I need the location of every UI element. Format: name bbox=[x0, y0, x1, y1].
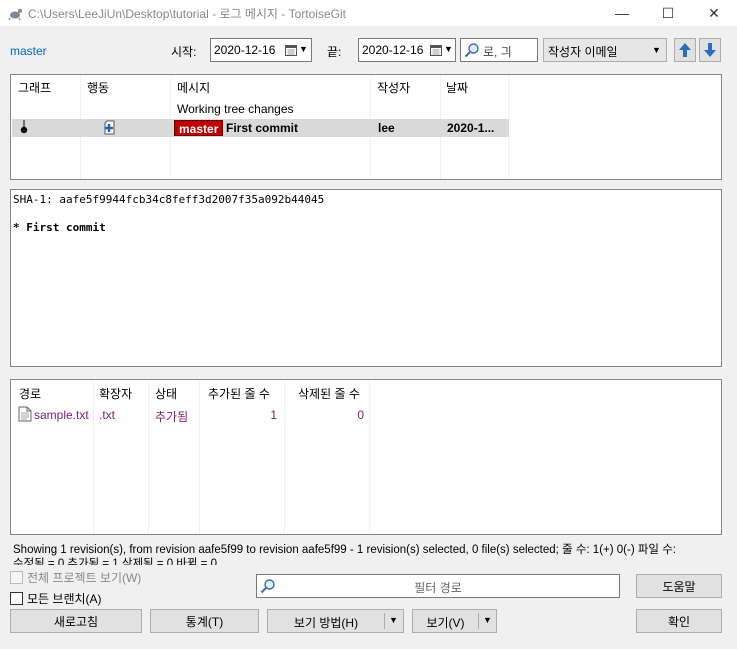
chevron-down-icon[interactable]: ▼ bbox=[483, 615, 492, 625]
filter-type-select[interactable]: 작성자 이메일 ▼ bbox=[543, 38, 667, 62]
checkbox-box bbox=[10, 571, 23, 584]
column-header-extension[interactable]: 확장자 bbox=[99, 385, 132, 402]
revision-list[interactable]: 그래프 행동 메시지 작성자 날짜 Working tree changes m… bbox=[10, 74, 722, 180]
column-header-message[interactable]: 메시지 bbox=[177, 79, 210, 96]
column-header-removed-lines[interactable]: 삭제된 줄 수 bbox=[298, 385, 360, 402]
column-header-path[interactable]: 경로 bbox=[19, 385, 41, 402]
path-filter-placeholder: 필터 경로 bbox=[414, 581, 462, 595]
arrow-down-icon bbox=[704, 43, 716, 57]
branch-link[interactable]: master bbox=[10, 44, 47, 58]
title-bar: C:\Users\LeeJiUn\Desktop\tutorial - 로그 메… bbox=[0, 0, 737, 26]
column-divider bbox=[199, 380, 200, 534]
column-divider bbox=[369, 380, 370, 534]
all-branches-label: 모든 브랜치(A) bbox=[27, 592, 102, 606]
split-divider bbox=[478, 613, 479, 629]
file-row[interactable]: sample.txt .txt 추가됨 1 0 bbox=[12, 405, 372, 424]
end-date-picker[interactable]: 2020-12-16 ▼ bbox=[358, 38, 456, 62]
branch-tag: master bbox=[174, 120, 224, 136]
statistics-button[interactable]: 통계(T) bbox=[150, 609, 259, 633]
text-file-icon bbox=[18, 406, 32, 422]
column-header-action[interactable]: 행동 bbox=[87, 79, 109, 96]
commit-row[interactable]: master First commit lee 2020-1... bbox=[12, 119, 509, 137]
message-line: * First commit bbox=[13, 221, 106, 234]
all-branches-checkbox[interactable]: 모든 브랜치(A) bbox=[10, 590, 102, 607]
commit-author: lee bbox=[378, 121, 395, 135]
column-header-graph[interactable]: 그래프 bbox=[18, 79, 51, 96]
chevron-down-icon: ▼ bbox=[444, 44, 453, 54]
sha-line: SHA-1: aafe5f9944fcb34c8feff3d2007f35a09… bbox=[13, 193, 325, 206]
search-input[interactable]: 로, 긔 bbox=[460, 38, 538, 62]
previous-button[interactable] bbox=[674, 38, 696, 62]
end-date-value: 2020-12-16 bbox=[362, 43, 424, 57]
filter-type-value: 작성자 이메일 bbox=[548, 45, 618, 59]
status-line-1: Showing 1 revision(s), from revision aaf… bbox=[13, 544, 676, 556]
changed-files-list[interactable]: 경로 확장자 상태 추가된 줄 수 삭제된 줄 수 sample.txt .tx… bbox=[10, 379, 722, 535]
view-split-button[interactable]: 보기(V) ▼ bbox=[412, 609, 497, 633]
view-mode-label[interactable]: 보기 방법(H) bbox=[268, 614, 384, 631]
file-added-lines: 1 bbox=[270, 408, 277, 422]
window-title: C:\Users\LeeJiUn\Desktop\tutorial - 로그 메… bbox=[28, 7, 346, 21]
column-header-status[interactable]: 상태 bbox=[155, 385, 177, 402]
maximize-button[interactable]: ☐ bbox=[645, 0, 691, 26]
added-file-action-icon bbox=[104, 120, 115, 135]
calendar-icon bbox=[285, 45, 297, 56]
search-value: 로, 긔 bbox=[483, 45, 512, 59]
checkbox-box bbox=[10, 592, 23, 605]
file-status: 추가됨 bbox=[155, 410, 189, 424]
column-header-author[interactable]: 작성자 bbox=[377, 79, 410, 96]
commit-date: 2020-1... bbox=[447, 121, 495, 135]
path-filter-input[interactable]: 필터 경로 bbox=[256, 574, 620, 598]
status-text: Showing 1 revision(s), from revision aaf… bbox=[13, 543, 723, 565]
commit-details-pane[interactable]: SHA-1: aafe5f9944fcb34c8feff3d2007f35a09… bbox=[10, 189, 722, 367]
file-path: sample.txt bbox=[34, 408, 89, 422]
search-icon bbox=[464, 43, 479, 58]
commit-message: First commit bbox=[226, 121, 299, 135]
end-date-label: 끝: bbox=[327, 45, 342, 59]
chevron-down-icon[interactable]: ▼ bbox=[389, 615, 398, 625]
start-date-picker[interactable]: 2020-12-16 ▼ bbox=[210, 38, 312, 62]
tortoisegit-app-icon bbox=[8, 9, 22, 21]
file-removed-lines: 0 bbox=[357, 408, 364, 422]
calendar-icon bbox=[430, 45, 442, 56]
column-divider bbox=[93, 380, 94, 534]
chevron-down-icon: ▼ bbox=[299, 44, 308, 54]
column-divider bbox=[284, 380, 285, 534]
whole-project-checkbox[interactable]: 전체 프로젝트 보기(W) bbox=[10, 569, 141, 586]
column-divider bbox=[148, 380, 149, 534]
chevron-down-icon: ▼ bbox=[652, 45, 661, 55]
next-button[interactable] bbox=[699, 38, 721, 62]
minimize-button[interactable]: — bbox=[599, 0, 645, 26]
start-date-label: 시작: bbox=[171, 45, 197, 59]
arrow-up-icon bbox=[679, 43, 691, 57]
file-extension: .txt bbox=[99, 408, 116, 422]
split-divider bbox=[384, 613, 385, 629]
close-button[interactable]: ✕ bbox=[691, 0, 737, 26]
start-date-value: 2020-12-16 bbox=[214, 43, 276, 57]
column-header-added-lines[interactable]: 추가된 줄 수 bbox=[208, 385, 270, 402]
whole-project-label: 전체 프로젝트 보기(W) bbox=[27, 571, 142, 585]
status-line-2: 수정됨 = 0 추가됨 = 1 삭제됨 = 0 바뀜 = 0 bbox=[13, 558, 217, 565]
working-tree-row[interactable]: Working tree changes bbox=[177, 102, 294, 116]
ok-button[interactable]: 확인 bbox=[636, 609, 722, 633]
view-label[interactable]: 보기(V) bbox=[413, 614, 478, 631]
refresh-button[interactable]: 새로고침 bbox=[10, 609, 142, 633]
view-mode-split-button[interactable]: 보기 방법(H) ▼ bbox=[267, 609, 404, 633]
column-header-date[interactable]: 날짜 bbox=[446, 79, 468, 96]
help-button[interactable]: 도움말 bbox=[636, 574, 722, 598]
graph-node-icon bbox=[20, 120, 28, 134]
